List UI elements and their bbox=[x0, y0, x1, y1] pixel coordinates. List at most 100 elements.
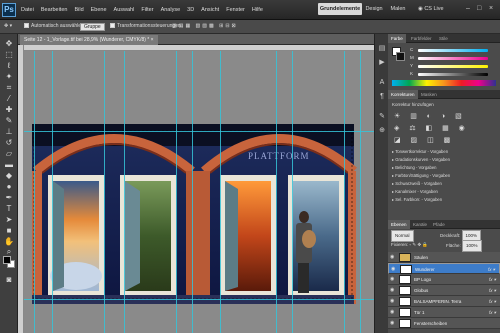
tab-korrekturen[interactable]: Korrekturen bbox=[388, 90, 418, 99]
eraser-icon[interactable]: ▱ bbox=[3, 148, 15, 159]
guide-vertical[interactable] bbox=[192, 51, 193, 333]
auto-select-checkbox[interactable] bbox=[24, 23, 29, 29]
align-buttons[interactable]: ▥▤▦ ▧▨▩ ⊞⊟⊠ bbox=[172, 23, 238, 29]
fx-icon[interactable]: fx ▾ bbox=[489, 274, 496, 285]
layer-row[interactable]: ◉ Säulen bbox=[388, 252, 500, 263]
foreground-color-swatch[interactable] bbox=[3, 256, 11, 264]
opacity-field[interactable]: Deckkraft: 100% bbox=[440, 230, 482, 242]
tab-stile[interactable]: Stile bbox=[436, 34, 451, 43]
menu-analyse[interactable]: Analyse bbox=[161, 7, 181, 13]
marquee-icon[interactable]: ⬚ bbox=[3, 49, 15, 60]
document-canvas[interactable]: PLATTFORM bbox=[24, 51, 374, 333]
eye-icon[interactable]: ◉ bbox=[390, 254, 396, 260]
tab-farbe[interactable]: Farbe bbox=[388, 34, 406, 43]
preset-tonwert[interactable]: ▸ Tonwertkorrektur - Vorgaben bbox=[392, 148, 496, 156]
preset-selfarb[interactable]: ▸ Sel. Farbkorr. - Vorgaben bbox=[392, 196, 496, 204]
menu-bild[interactable]: Bild bbox=[74, 7, 83, 13]
channel-c-slider[interactable] bbox=[418, 49, 488, 52]
fx-icon[interactable]: fx ▾ bbox=[489, 307, 496, 318]
guide-vertical[interactable] bbox=[52, 51, 53, 333]
channel-m-slider[interactable] bbox=[418, 57, 488, 60]
character-panel-icon[interactable]: A bbox=[377, 78, 387, 88]
dodge-icon[interactable]: ● bbox=[3, 181, 15, 192]
type-icon[interactable]: T bbox=[3, 203, 15, 214]
menu-3d[interactable]: 3D bbox=[187, 7, 194, 13]
workspace-malen-button[interactable]: Malen bbox=[388, 3, 408, 15]
guide-vertical[interactable] bbox=[34, 51, 35, 333]
menu-hilfe[interactable]: Hilfe bbox=[252, 7, 263, 13]
fill-field[interactable]: Fläche: 100% bbox=[446, 240, 482, 252]
shape-icon[interactable]: ■ bbox=[3, 225, 15, 236]
pen-icon[interactable]: ✒ bbox=[3, 192, 15, 203]
fx-icon[interactable]: fx ▾ bbox=[489, 285, 496, 296]
brush-icon[interactable]: ✎ bbox=[3, 115, 15, 126]
guide-vertical[interactable] bbox=[104, 51, 105, 333]
preset-gradation[interactable]: ▸ Gradationskurven - Vorgaben bbox=[392, 156, 496, 164]
color-bg-swatch[interactable] bbox=[396, 52, 405, 61]
stamp-icon[interactable]: ⊥ bbox=[3, 126, 15, 137]
guide-vertical[interactable] bbox=[176, 51, 177, 333]
tab-kanaele[interactable]: Kanäle bbox=[410, 220, 430, 229]
tab-masken[interactable]: Masken bbox=[418, 90, 440, 99]
healing-brush-icon[interactable]: ✚ bbox=[3, 104, 15, 115]
preset-farbton[interactable]: ▸ Farbton/Sättigung - Vorgaben bbox=[392, 172, 496, 180]
eyedropper-icon[interactable]: ⁄ bbox=[3, 93, 15, 104]
minimize-icon[interactable]: – bbox=[466, 5, 470, 12]
layer-row[interactable]: ◉ Fensterscheiben bbox=[388, 318, 500, 329]
guide-vertical[interactable] bbox=[344, 51, 345, 333]
magic-wand-icon[interactable]: ✦ bbox=[3, 71, 15, 82]
clone-source-panel-icon[interactable]: ⊕ bbox=[377, 126, 387, 136]
channel-y-slider[interactable] bbox=[418, 65, 488, 68]
layer-row[interactable]: ◉ Globus fx ▾ bbox=[388, 285, 500, 296]
workspace-grundelemente-button[interactable]: Grundelemente bbox=[318, 3, 362, 15]
history-panel-icon[interactable]: ▤ bbox=[377, 44, 387, 54]
layer-row[interactable]: ◉ Tür 1 fx ▾ bbox=[388, 307, 500, 318]
tab-pfade[interactable]: Pfade bbox=[430, 220, 448, 229]
close-icon[interactable]: × bbox=[489, 5, 493, 12]
auto-select-dropdown[interactable]: Gruppe bbox=[80, 23, 105, 31]
transform-checkbox[interactable] bbox=[110, 23, 115, 29]
blur-icon[interactable]: ◆ bbox=[3, 170, 15, 181]
preset-kanalmixer[interactable]: ▸ Kanalmixer - Vorgaben bbox=[392, 188, 496, 196]
eye-icon[interactable]: ◉ bbox=[390, 309, 396, 315]
history-brush-icon[interactable]: ↺ bbox=[3, 137, 15, 148]
menu-bearbeiten[interactable]: Bearbeiten bbox=[41, 7, 68, 13]
tab-ebenen[interactable]: Ebenen bbox=[388, 220, 410, 229]
channel-k-slider[interactable] bbox=[418, 73, 488, 76]
canvas-area[interactable]: PLATTFORM bbox=[24, 51, 374, 333]
preset-belichtung[interactable]: ▸ Belichtung - Vorgaben bbox=[392, 164, 496, 172]
blend-mode-dropdown[interactable]: Normal bbox=[391, 230, 414, 242]
guide-vertical[interactable] bbox=[292, 51, 293, 333]
guide-horizontal[interactable] bbox=[24, 131, 374, 132]
maximize-icon[interactable]: □ bbox=[477, 5, 481, 12]
actions-panel-icon[interactable]: ▶ bbox=[377, 58, 387, 68]
crop-icon[interactable]: ⌗ bbox=[3, 82, 15, 93]
layer-row-selected[interactable]: ◉ Wunderer fx ▾ bbox=[388, 263, 500, 274]
menu-ansicht[interactable]: Ansicht bbox=[201, 7, 219, 13]
eye-icon[interactable]: ◉ bbox=[390, 320, 396, 326]
adjustment-icons-row1[interactable]: ☀ ▥ ◐ ◑ ▧ bbox=[394, 112, 466, 120]
layer-row[interactable]: ◉ BALSAMPFERIN. Terra fx ▾ bbox=[388, 296, 500, 307]
color-spectrum-bar[interactable] bbox=[392, 80, 496, 86]
menu-datei[interactable]: Datei bbox=[21, 7, 34, 13]
eye-icon[interactable]: ◉ bbox=[390, 298, 396, 304]
brush-panel-icon[interactable]: ✎ bbox=[377, 112, 387, 122]
lasso-icon[interactable]: ℓ bbox=[3, 60, 15, 71]
adjustment-icons-row3[interactable]: ◪ ▨ ◫ ▩ bbox=[394, 136, 454, 144]
preset-schwarzweiss[interactable]: ▸ Schwarzweiß - Vorgaben bbox=[392, 180, 496, 188]
gradient-icon[interactable]: ▬ bbox=[3, 159, 15, 170]
document-tab[interactable]: Seite 12 - 1_Vorlage.tif bei 28,9% (Wund… bbox=[20, 35, 158, 45]
adjustment-icons-row2[interactable]: ◈ ⚖ ◧ ▦ ◉ bbox=[394, 124, 469, 132]
eye-icon[interactable]: ◉ bbox=[391, 266, 397, 272]
eye-icon[interactable]: ◉ bbox=[390, 287, 396, 293]
menu-filter[interactable]: Filter bbox=[141, 7, 153, 13]
workspace-design-button[interactable]: Design bbox=[364, 3, 384, 15]
auto-select-option[interactable]: Automatisch auswählen: bbox=[24, 23, 85, 29]
guide-vertical[interactable] bbox=[276, 51, 277, 333]
move-tool-preset-icon[interactable]: ✥ ▾ bbox=[4, 23, 12, 29]
guide-horizontal[interactable] bbox=[24, 299, 374, 300]
path-select-icon[interactable]: ➤ bbox=[3, 214, 15, 225]
fx-icon[interactable]: fx ▾ bbox=[489, 296, 496, 307]
guide-vertical[interactable] bbox=[220, 51, 221, 333]
paragraph-panel-icon[interactable]: ¶ bbox=[377, 92, 387, 102]
